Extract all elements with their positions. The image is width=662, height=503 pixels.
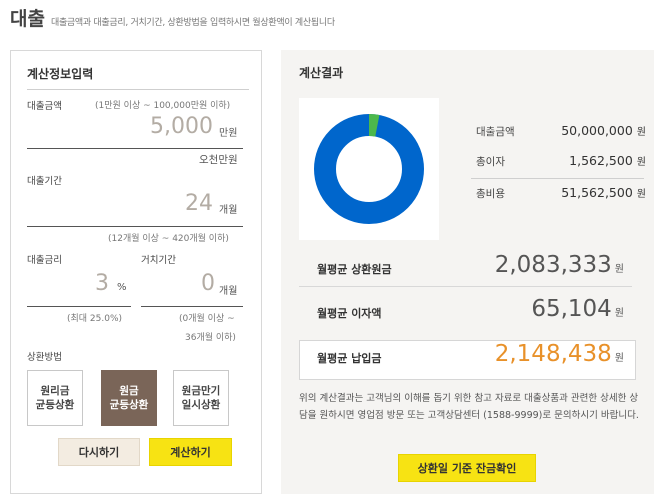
page-title: 대출: [10, 8, 45, 30]
stat-value-total: 51,562,500 원: [561, 185, 646, 200]
stat-label-interest: 총이자: [476, 156, 505, 168]
input-panel: 계산정보입력 대출금액 (1만원 이상 ~ 100,000만원 이하) 5,00…: [10, 50, 262, 494]
stat-value-loan: 50,000,000 원: [561, 123, 646, 138]
amount-underline: [27, 148, 243, 149]
amount-label: 대출금액: [27, 101, 62, 112]
monthly-principal-value: 2,083,333 원: [494, 252, 624, 278]
grace-hint-line2: 36개월 이하): [185, 333, 236, 343]
rate-label: 대출금리: [27, 255, 62, 266]
period-input[interactable]: 24: [71, 191, 213, 216]
period-unit: 개월: [219, 205, 238, 216]
method-option-bullet[interactable]: 원금만기 일시상환: [173, 370, 229, 426]
stat-label-loan: 대출금액: [476, 126, 515, 138]
divider: [27, 89, 249, 90]
grace-hint-line1: (0개월 이상 ~: [179, 314, 235, 324]
result-panel-title: 계산결과: [299, 66, 344, 80]
page-header: 대출 대출금액과 대출금리, 거치기간, 상환방법을 입력하시면 월상환액이 계…: [10, 4, 335, 30]
input-panel-title: 계산정보입력: [27, 67, 94, 81]
monthly-interest-label: 월평균 이자액: [317, 307, 382, 320]
page-description: 대출금액과 대출금리, 거치기간, 상환방법을 입력하시면 월상환액이 계산됩니…: [50, 18, 335, 28]
result-divider: [299, 286, 632, 287]
amount-korean: 오천만원: [199, 154, 238, 166]
calculate-button[interactable]: 계산하기: [149, 438, 232, 466]
rate-unit: %: [117, 282, 127, 293]
donut-chart: [299, 98, 439, 240]
rate-underline: [27, 306, 131, 307]
monthly-interest-value: 65,104 원: [531, 296, 624, 322]
rate-input[interactable]: 3: [51, 271, 109, 296]
stat-value-interest: 1,562,500 원: [569, 153, 646, 168]
grace-unit: 개월: [219, 286, 238, 297]
reset-button[interactable]: 다시하기: [58, 438, 140, 466]
grace-label: 거치기간: [141, 255, 176, 266]
method-option-equal-principal[interactable]: 원금 균등상환: [101, 370, 157, 426]
monthly-principal-label: 월평균 상환원금: [317, 263, 392, 276]
donut-principal: [314, 114, 424, 224]
amount-unit: 만원: [219, 128, 238, 139]
grace-underline: [141, 306, 243, 307]
amount-input[interactable]: 5,000: [71, 114, 213, 139]
monthly-payment-label: 월평균 납입금: [317, 352, 382, 365]
stat-label-total: 총비용: [476, 188, 505, 200]
period-underline: [27, 226, 243, 227]
amount-range-hint: (1만원 이상 ~ 100,000만원 이하): [95, 101, 231, 111]
result-panel: 계산결과 대출금액 50,000,000 원 총이자 1,562,500 원 총비용…: [281, 50, 654, 494]
rate-hint: (최대 25.0%): [67, 314, 123, 324]
method-option-equal-installment[interactable]: 원리금 균등상환: [27, 370, 83, 426]
grace-input[interactable]: 0: [161, 271, 215, 296]
balance-check-button[interactable]: 상환일 기준 잔금확인: [398, 454, 536, 482]
stat-divider: [471, 178, 644, 179]
disclaimer-note: 위의 계산결과는 고객님의 이해를 돕기 위한 참고 자료로 대출상품과 관련한…: [299, 393, 639, 421]
period-range-hint: (12개월 이상 ~ 420개월 이하): [108, 234, 229, 244]
method-label: 상환방법: [27, 352, 62, 363]
monthly-payment-value: 2,148,438 원: [494, 341, 624, 367]
period-label: 대출기간: [27, 176, 62, 187]
